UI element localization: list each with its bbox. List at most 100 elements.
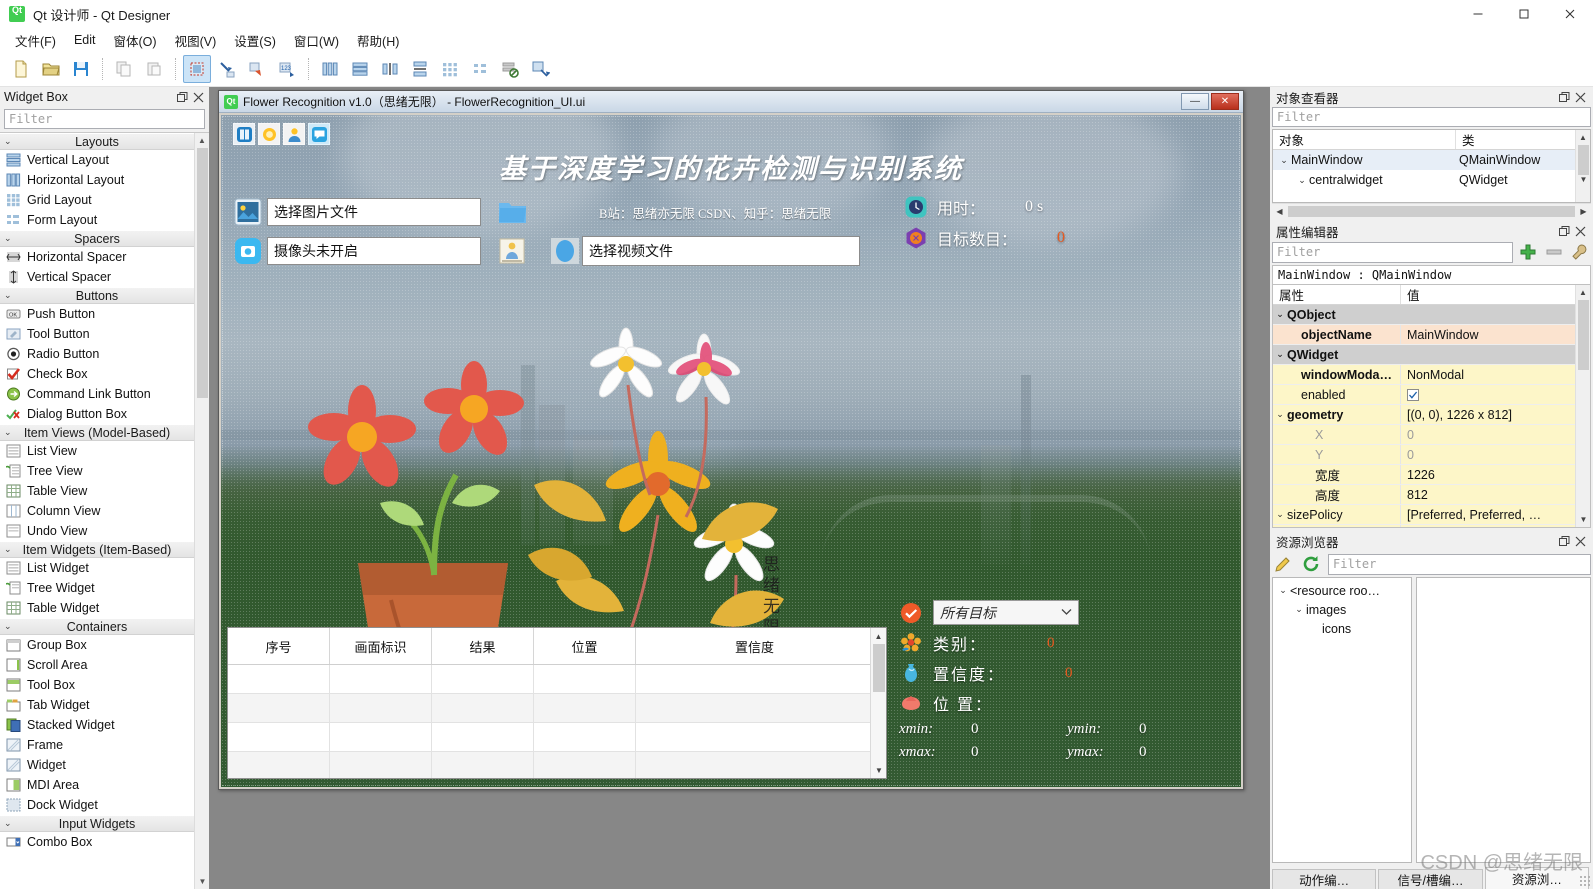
widget-item-tree-view[interactable]: Tree View [0, 461, 194, 481]
float-icon[interactable] [1556, 223, 1572, 239]
scroll-up-icon[interactable]: ▲ [871, 628, 886, 644]
camera-settings-icon[interactable] [496, 236, 528, 266]
widget-item-widget[interactable]: Widget [0, 755, 194, 775]
scroll-down-icon[interactable]: ▼ [1576, 172, 1590, 187]
property-row[interactable]: X0 [1273, 425, 1590, 445]
property-row[interactable]: 宽度 1226 [1273, 465, 1590, 485]
table-row[interactable] [228, 752, 886, 778]
scroll-thumb[interactable] [197, 148, 208, 398]
copy-icon[interactable] [110, 55, 138, 83]
widget-item-vertical-spacer[interactable]: Vertical Spacer [0, 267, 194, 287]
scroll-right-icon[interactable]: ▶ [1576, 207, 1591, 216]
results-table[interactable]: 序号 画面标识 结果 位置 置信度 ▲ ▼ [227, 627, 887, 779]
widget-item-table-view[interactable]: Table View [0, 481, 194, 501]
edit-tab-order-icon[interactable]: 123 [273, 55, 301, 83]
float-icon[interactable] [1556, 533, 1572, 549]
table-row[interactable] [228, 723, 886, 752]
chat-icon[interactable] [308, 123, 330, 145]
property-row[interactable]: objectName MainWindow [1273, 325, 1590, 345]
scroll-thumb[interactable] [1288, 205, 1575, 217]
chevron-down-icon[interactable]: ⌄ [1273, 409, 1287, 420]
wrench-icon[interactable] [1569, 241, 1591, 263]
property-value-cell[interactable] [1401, 385, 1590, 404]
edit-buddies-icon[interactable] [243, 55, 271, 83]
property-row[interactable]: enabled [1273, 385, 1590, 405]
close-icon[interactable] [190, 89, 206, 105]
property-row[interactable]: ⌄ QObject [1273, 305, 1590, 325]
scroll-down-icon[interactable]: ▼ [871, 762, 886, 778]
object-tree-hscrollbar[interactable]: ◀ ▶ [1272, 203, 1591, 218]
property-row[interactable]: ⌄ geometry [(0, 0), 1226 x 812] [1273, 405, 1590, 425]
layout-vertically-icon[interactable] [346, 55, 374, 83]
widget-item-dock-widget[interactable]: Dock Widget [0, 795, 194, 815]
layout-horizontally-icon[interactable] [316, 55, 344, 83]
resource-tree[interactable]: ⌄ <resource roo… ⌄ images icons [1272, 577, 1412, 863]
widget-item-grid-layout[interactable]: Grid Layout [0, 190, 194, 210]
property-value-cell[interactable]: 812 [1401, 485, 1590, 504]
save-icon[interactable] [67, 55, 95, 83]
results-column-header[interactable]: 序号 [228, 628, 330, 664]
widget-category-header[interactable]: ⌄ Buttons [0, 287, 194, 304]
property-row[interactable]: ⌄ sizePolicy [Preferred, Preferred, … [1273, 505, 1590, 525]
property-table[interactable]: 属性 值 ⌄ QObject objectName MainWindow ⌄ QWidge… [1272, 284, 1591, 528]
widget-item-command-link-button[interactable]: Command Link Button [0, 384, 194, 404]
widget-item-tab-widget[interactable]: Tab Widget [0, 695, 194, 715]
new-form-icon[interactable] [7, 55, 35, 83]
scroll-down-icon[interactable]: ▼ [1576, 512, 1590, 527]
camera-icon[interactable] [233, 236, 263, 266]
menu-window[interactable]: 窗口(W) [285, 28, 348, 53]
widget-item-tree-widget[interactable]: Tree Widget [0, 578, 194, 598]
close-icon[interactable] [1572, 223, 1588, 239]
widget-item-stacked-widget[interactable]: Stacked Widget [0, 715, 194, 735]
scroll-thumb[interactable] [873, 644, 885, 692]
results-column-header[interactable]: 画面标识 [330, 628, 432, 664]
chevron-down-icon[interactable]: ⌄ [1277, 155, 1291, 166]
adjust-size-icon[interactable] [526, 55, 554, 83]
chevron-down-icon[interactable]: ⌄ [1273, 349, 1287, 360]
property-value-cell[interactable]: [Preferred, Preferred, … [1401, 505, 1590, 524]
widget-category-header[interactable]: ⌄ Item Widgets (Item-Based) [0, 541, 194, 558]
chevron-down-icon[interactable]: ⌄ [1295, 175, 1309, 186]
pencil-icon[interactable] [1272, 553, 1294, 575]
property-row[interactable]: 水平策略 Preferred [1273, 525, 1590, 527]
widget-item-frame[interactable]: Frame [0, 735, 194, 755]
property-editor-filter-input[interactable]: Filter [1272, 241, 1513, 263]
tab-action-editor[interactable]: 动作编… [1272, 869, 1377, 889]
table-row[interactable] [228, 694, 886, 723]
book-icon[interactable] [233, 123, 255, 145]
widget-item-group-box[interactable]: Group Box [0, 635, 194, 655]
resize-grip[interactable] [1579, 875, 1591, 887]
widget-item-tool-box[interactable]: Tool Box [0, 675, 194, 695]
property-row[interactable]: 高度 812 [1273, 485, 1590, 505]
widget-item-scroll-area[interactable]: Scroll Area [0, 655, 194, 675]
camera-status-input[interactable]: 摄像头未开启 [267, 237, 481, 265]
folder-open-icon[interactable] [496, 197, 528, 227]
widget-item-list-view[interactable]: List View [0, 441, 194, 461]
widget-item-check-box[interactable]: Check Box [0, 364, 194, 384]
menu-settings[interactable]: 设置(S) [225, 28, 285, 53]
close-icon[interactable] [1572, 533, 1588, 549]
property-value-cell[interactable]: MainWindow [1401, 325, 1590, 344]
image-file-input[interactable]: 选择图片文件 [267, 198, 481, 226]
property-table-vscrollbar[interactable]: ▲ ▼ [1575, 285, 1590, 527]
float-icon[interactable] [174, 89, 190, 105]
resource-browser-filter-input[interactable]: Filter [1328, 553, 1591, 575]
layout-grid-icon[interactable] [436, 55, 464, 83]
widget-item-vertical-layout[interactable]: Vertical Layout [0, 150, 194, 170]
menu-view[interactable]: 视图(V) [166, 28, 226, 53]
widget-item-tool-button[interactable]: Tool Button [0, 324, 194, 344]
scroll-up-icon[interactable]: ▲ [195, 133, 209, 148]
property-value-cell[interactable]: [(0, 0), 1226 x 812] [1401, 405, 1590, 424]
video-file-input[interactable]: 选择视频文件 [582, 236, 860, 266]
property-value-cell[interactable]: 0 [1401, 445, 1590, 464]
enabled-checkbox[interactable] [1407, 388, 1419, 401]
widget-box-scrollbar[interactable]: ▲ ▼ [194, 133, 209, 889]
widget-item-list-widget[interactable]: List Widget [0, 558, 194, 578]
widget-category-header[interactable]: ⌄ Item Views (Model-Based) [0, 424, 194, 441]
scroll-down-icon[interactable]: ▼ [195, 874, 209, 889]
plus-icon[interactable] [1517, 241, 1539, 263]
property-value-cell[interactable]: Preferred [1401, 525, 1590, 527]
results-column-header[interactable]: 结果 [432, 628, 534, 664]
user-icon[interactable] [283, 123, 305, 145]
image-file-icon[interactable] [233, 197, 263, 227]
